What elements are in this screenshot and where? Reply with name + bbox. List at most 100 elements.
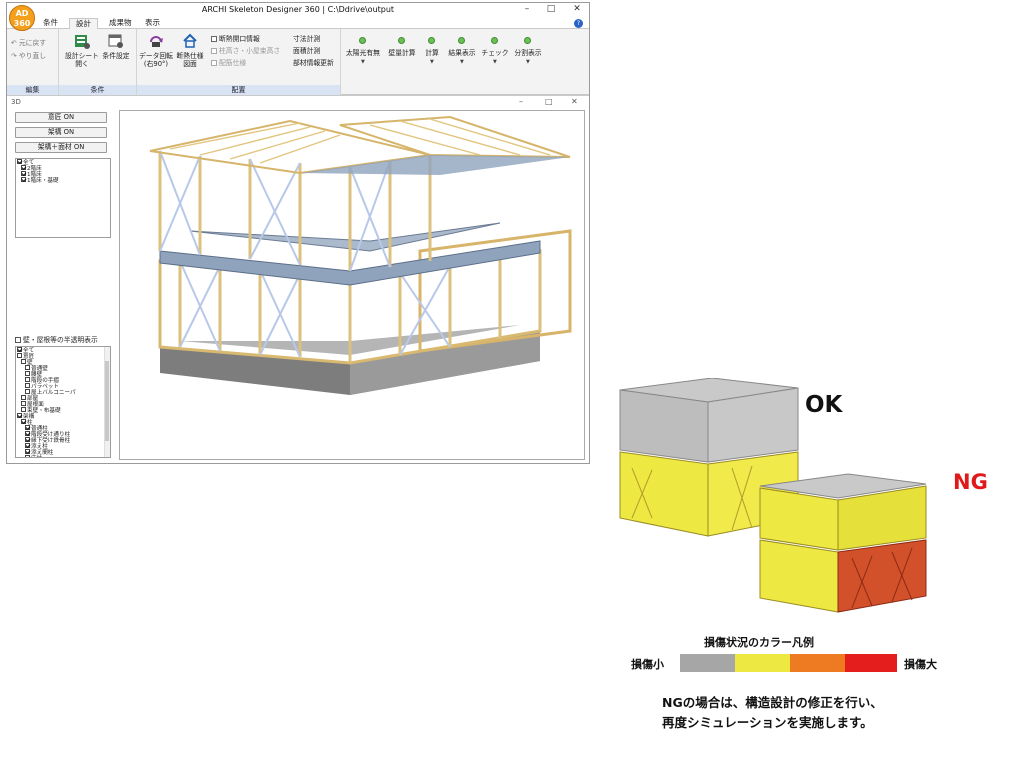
- layer-item[interactable]: 床柱: [16, 455, 110, 457]
- solar-dropdown-icon: ▼: [361, 59, 365, 65]
- spreadsheet-icon: [75, 35, 90, 49]
- checkbox-icon[interactable]: [21, 419, 26, 424]
- layer-tree: 全て 意匠壁普通壁 腰壁 階段の手摺 パラペット 屋上バルコニーパ 部屋 屋根面 束壁・布基礎架…: [15, 346, 111, 458]
- checkbox-icon[interactable]: [25, 383, 30, 388]
- app-logo: AD 360: [9, 5, 35, 31]
- result-display-button[interactable]: 結果表示 ▼: [445, 33, 479, 81]
- check-indicator-icon: [491, 37, 498, 44]
- checkbox-icon[interactable]: [21, 165, 26, 170]
- redo-button[interactable]: ↷ やり直し: [11, 50, 46, 60]
- checkbox-icon[interactable]: [25, 443, 30, 448]
- solar-label: 太陽光有無: [346, 49, 380, 57]
- floor-item-label: 1階床・基礎: [27, 178, 59, 184]
- rotate-data-button[interactable]: データ回転 (右90°): [139, 33, 173, 77]
- tree-scrollbar[interactable]: [104, 347, 110, 457]
- column-height-label: 柱高さ・小屋束高さ: [219, 47, 281, 55]
- tab-deliverables[interactable]: 成果物: [103, 18, 138, 29]
- condition-setting-button[interactable]: 条件設定: [99, 33, 133, 77]
- member-update-button[interactable]: 部材情報更新: [293, 57, 334, 67]
- wall-calc-label: 壁量計算: [388, 49, 416, 57]
- condition-setting-label: 条件設定: [102, 52, 130, 60]
- legend-swatch-orange: [790, 654, 845, 672]
- open-sheet-button[interactable]: 設計シート 開く: [65, 33, 99, 77]
- opening-info-checkbox[interactable]: 断熱開口情報: [211, 33, 260, 43]
- split-dropdown-icon: ▼: [526, 59, 530, 65]
- insulation-line1: 断熱仕様: [176, 52, 204, 60]
- group-layout: データ回転 (右90°) 断熱仕様 図面 断熱開口情報 柱高さ・小屋束高さ 配筋…: [137, 29, 341, 95]
- checkbox-icon[interactable]: [25, 377, 30, 382]
- semi-transparent-checkbox[interactable]: 壁・屋根等の半透明表示: [15, 334, 98, 344]
- tab-conditions[interactable]: 条件: [37, 18, 64, 29]
- rebar-spec-label: 配筋仕様: [219, 59, 247, 67]
- dimension-measure-button[interactable]: 寸法計測: [293, 33, 320, 43]
- frame-face-on-button[interactable]: 架構＋面材 ON: [15, 142, 107, 153]
- solar-button[interactable]: 太陽光有無 ▼: [343, 33, 383, 81]
- view-3d-title: 3D: [11, 98, 21, 106]
- checkbox-icon[interactable]: [21, 407, 26, 412]
- close-button[interactable]: ✕: [565, 4, 589, 14]
- group-label-edit: 編集: [7, 85, 58, 95]
- ng-label: NG: [953, 470, 988, 494]
- undo-button[interactable]: ↶ 元に戻す: [11, 37, 46, 47]
- tab-view[interactable]: 表示: [139, 18, 166, 29]
- house-icon: [183, 33, 197, 48]
- view-maximize-button[interactable]: □: [545, 97, 553, 106]
- view-close-button[interactable]: ✕: [571, 97, 578, 106]
- group-edit: ↶ 元に戻す ↷ やり直し 編集: [7, 29, 59, 95]
- checkbox-icon[interactable]: [25, 455, 30, 457]
- calc-label: 計算: [425, 49, 439, 57]
- area-measure-button[interactable]: 面積計測: [293, 45, 320, 55]
- checkbox-icon[interactable]: [25, 371, 30, 376]
- checkbox-icon[interactable]: [21, 401, 26, 406]
- floor-list: 全て 2階床 1階床 1階床・基礎: [15, 158, 111, 238]
- title-bar: AD 360 ARCHI Skeleton Designer 360 | C:\…: [7, 3, 589, 31]
- checkbox-icon[interactable]: [25, 449, 30, 454]
- checkbox-icon[interactable]: [25, 437, 30, 442]
- checkbox-icon[interactable]: [17, 159, 22, 164]
- checkbox-icon[interactable]: [25, 365, 30, 370]
- design-on-button[interactable]: 意匠 ON: [15, 112, 107, 123]
- checkbox-icon[interactable]: [21, 359, 26, 364]
- check-dropdown-icon: ▼: [493, 59, 497, 65]
- help-icon[interactable]: ?: [574, 19, 583, 28]
- insulation-line2: 図面: [183, 60, 197, 68]
- column-height-checkbox[interactable]: 柱高さ・小屋束高さ: [211, 45, 280, 55]
- rotate-icon: [150, 36, 163, 47]
- tree-scroll-thumb[interactable]: [105, 361, 109, 441]
- result-label: 結果表示: [448, 49, 476, 57]
- legend-low-label: 損傷小: [631, 658, 664, 671]
- calc-dropdown-icon: ▼: [430, 59, 434, 65]
- checkbox-icon[interactable]: [21, 177, 26, 182]
- result-dropdown-icon: ▼: [460, 59, 464, 65]
- maximize-button[interactable]: □: [539, 4, 563, 14]
- view-3d-canvas[interactable]: [119, 110, 585, 460]
- group-conditions: 設計シート 開く 条件設定 条件: [59, 29, 137, 95]
- calc-button[interactable]: 計算 ▼: [421, 33, 443, 81]
- view-minimize-button[interactable]: –: [519, 97, 523, 106]
- rebar-spec-checkbox[interactable]: 配筋仕様: [211, 57, 246, 67]
- opening-info-label: 断熱開口情報: [219, 35, 260, 43]
- checkbox-icon[interactable]: [17, 413, 22, 418]
- semi-transparent-label: 壁・屋根等の半透明表示: [23, 336, 98, 344]
- check-button[interactable]: チェック ▼: [481, 33, 509, 81]
- checkbox-icon[interactable]: [25, 389, 30, 394]
- note-line-2: 再度シミュレーションを実施します。: [662, 715, 873, 730]
- view-3d-window: 3D – □ ✕ 意匠 ON 架構 ON 架構＋面材 ON 全て 2階床 1階床 1階…: [7, 95, 589, 463]
- checkbox-icon[interactable]: [25, 431, 30, 436]
- ribbon-tabs: 条件 設計 成果物 表示 ?: [7, 18, 589, 30]
- floor-item[interactable]: 1階床・基礎: [16, 177, 110, 184]
- checkbox-icon[interactable]: [25, 425, 30, 430]
- frame-on-button[interactable]: 架構 ON: [15, 127, 107, 138]
- minimize-button[interactable]: –: [515, 4, 539, 14]
- checkbox-icon[interactable]: [21, 171, 26, 176]
- wall-calc-button[interactable]: 壁量計算: [385, 33, 419, 81]
- result-indicator-icon: [458, 37, 465, 44]
- rotate-line2: (右90°): [143, 60, 169, 68]
- checkbox-icon[interactable]: [21, 395, 26, 400]
- insulation-drawing-button[interactable]: 断熱仕様 図面: [173, 33, 207, 77]
- checkbox-icon[interactable]: [17, 353, 22, 358]
- house-frame-model: [149, 115, 572, 395]
- calc-indicator-icon: [428, 37, 435, 44]
- split-view-button[interactable]: 分割表示 ▼: [511, 33, 545, 81]
- checkbox-icon[interactable]: [17, 347, 22, 352]
